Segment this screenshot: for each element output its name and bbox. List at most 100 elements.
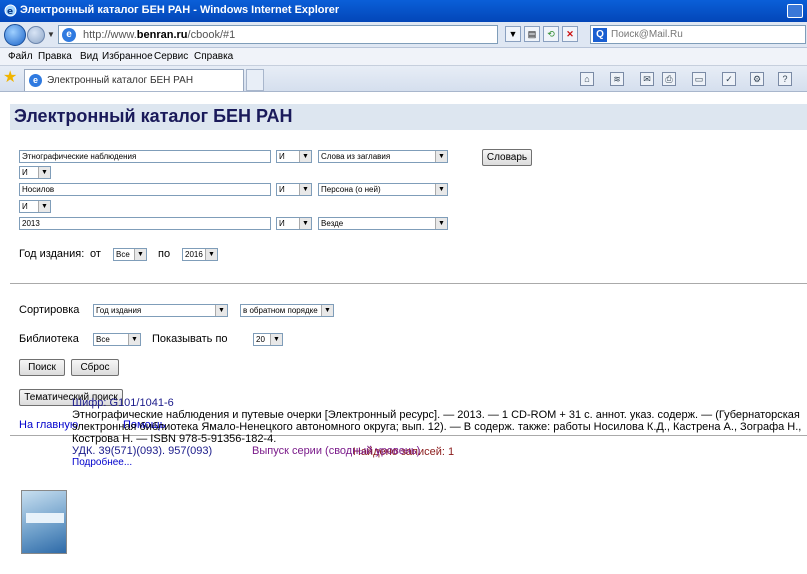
query-field-select-2[interactable]: Персона (о ней) ▼ bbox=[318, 183, 448, 196]
chevron-down-icon: ▼ bbox=[299, 151, 311, 162]
menu-help[interactable]: Справка bbox=[194, 51, 233, 62]
forward-button[interactable] bbox=[27, 26, 45, 44]
search-placeholder: Поиск@Mail.Ru bbox=[611, 29, 683, 40]
year-from-select[interactable]: Все ▼ bbox=[113, 248, 147, 261]
safety-icon[interactable]: ✓ bbox=[722, 72, 736, 86]
query-input-2[interactable]: Носилов bbox=[19, 183, 271, 196]
record-description: Этнографические наблюдения и путевые оче… bbox=[72, 409, 802, 445]
reset-button[interactable]: Сброс bbox=[71, 359, 119, 376]
year-to-select[interactable]: 2016 ▼ bbox=[182, 248, 218, 261]
print-icon[interactable]: ⎙ bbox=[662, 72, 676, 86]
menu-edit[interactable]: Правка bbox=[38, 51, 72, 62]
between-op-1-value: И bbox=[22, 168, 28, 177]
feeds-icon[interactable]: ≋ bbox=[610, 72, 624, 86]
query-input-1[interactable]: Этнографические наблюдения bbox=[19, 150, 271, 163]
between-op-2-value: И bbox=[22, 202, 28, 211]
page-header: Электронный каталог БЕН РАН bbox=[10, 104, 807, 130]
show-per-page-label: Показывать по bbox=[152, 333, 228, 345]
page-menu-icon[interactable]: ▭ bbox=[692, 72, 706, 86]
home-link[interactable]: На главную bbox=[19, 419, 78, 431]
new-tab-button[interactable] bbox=[246, 69, 264, 91]
tab-bar: ★ e Электронный каталог БЕН РАН ⌂ ≋ ✉ ⎙ … bbox=[0, 66, 807, 92]
menu-file[interactable]: Файл bbox=[8, 51, 33, 62]
tools-gear-icon[interactable]: ⚙ bbox=[750, 72, 764, 86]
page-icon: e bbox=[62, 28, 76, 42]
cover-band bbox=[26, 513, 64, 523]
refresh-icon[interactable]: ⟲ bbox=[543, 26, 559, 42]
record-more-link[interactable]: Подробнее... bbox=[72, 457, 132, 468]
show-per-page-value: 20 bbox=[256, 335, 265, 344]
record-cipher: Шифр: G101/1041-6 bbox=[72, 397, 174, 409]
search-button[interactable]: Поиск bbox=[19, 359, 65, 376]
minimize-button[interactable] bbox=[787, 4, 803, 18]
url-text: http://www.benran.ru/cbook/#1 bbox=[83, 29, 236, 41]
address-input[interactable]: e http://www.benran.ru/cbook/#1 bbox=[58, 25, 498, 44]
between-op-select-2[interactable]: И ▼ bbox=[19, 200, 51, 213]
record-udk: УДК. 39(571)(093). 957(093) bbox=[72, 445, 213, 457]
chevron-down-icon: ▼ bbox=[215, 305, 227, 316]
compatibility-view-icon[interactable]: ▤ bbox=[524, 26, 540, 42]
chevron-down-icon: ▼ bbox=[435, 184, 447, 195]
query-op-1-value: И bbox=[279, 152, 285, 161]
sort-by-value: Год издания bbox=[96, 306, 142, 315]
menu-view[interactable]: Вид bbox=[80, 51, 98, 62]
year-to-label: по bbox=[158, 248, 171, 260]
query-op-select-1[interactable]: И ▼ bbox=[276, 150, 312, 163]
chevron-down-icon: ▼ bbox=[128, 334, 140, 345]
page-title: Электронный каталог БЕН РАН bbox=[14, 106, 293, 126]
stop-icon[interactable]: ✕ bbox=[562, 26, 578, 42]
chevron-down-icon: ▼ bbox=[435, 151, 447, 162]
home-icon[interactable]: ⌂ bbox=[580, 72, 594, 86]
between-op-select-1[interactable]: И ▼ bbox=[19, 166, 51, 179]
sort-by-select[interactable]: Год издания ▼ bbox=[93, 304, 228, 317]
year-from-value: Все bbox=[116, 250, 130, 259]
library-select[interactable]: Все ▼ bbox=[93, 333, 141, 346]
tab-catalog[interactable]: e Электронный каталог БЕН РАН bbox=[24, 69, 244, 91]
year-to-value: 2016 bbox=[185, 250, 203, 259]
chevron-down-icon: ▼ bbox=[435, 218, 447, 229]
sort-order-select[interactable]: в обратном порядке ▼ bbox=[240, 304, 334, 317]
query-op-select-2[interactable]: И ▼ bbox=[276, 183, 312, 196]
query-input-3[interactable]: 2013 bbox=[19, 217, 271, 230]
page-content: Электронный каталог БЕН РАН Этнографичес… bbox=[0, 92, 807, 574]
chevron-down-icon: ▼ bbox=[321, 305, 333, 316]
library-value: Все bbox=[96, 335, 110, 344]
query-field-select-3[interactable]: Везде ▼ bbox=[318, 217, 448, 230]
mailru-search-icon: Q bbox=[593, 28, 607, 42]
menu-tools[interactable]: Сервис bbox=[154, 51, 188, 62]
chevron-down-icon: ▼ bbox=[299, 184, 311, 195]
back-button[interactable] bbox=[4, 24, 26, 46]
query-field-3-value: Везде bbox=[321, 219, 344, 228]
query-op-2-value: И bbox=[279, 185, 285, 194]
address-dropdown-button[interactable]: ▼ bbox=[505, 26, 521, 42]
library-label: Библиотека bbox=[19, 333, 79, 345]
chevron-down-icon: ▼ bbox=[38, 201, 50, 212]
sort-label: Сортировка bbox=[19, 304, 80, 316]
chevron-down-icon: ▼ bbox=[270, 334, 282, 345]
tab-page-icon: e bbox=[29, 74, 42, 87]
show-per-page-select[interactable]: 20 ▼ bbox=[253, 333, 283, 346]
chevron-down-icon: ▼ bbox=[38, 167, 50, 178]
menu-favorites[interactable]: Избранное bbox=[102, 51, 153, 62]
chevron-down-icon: ▼ bbox=[299, 218, 311, 229]
year-label: Год издания: bbox=[19, 248, 85, 260]
divider bbox=[10, 283, 807, 284]
query-field-2-value: Персона (о ней) bbox=[321, 185, 381, 194]
recent-pages-dropdown-icon[interactable]: ▼ bbox=[47, 30, 55, 39]
chevron-down-icon: ▼ bbox=[205, 249, 217, 260]
dictionary-button[interactable]: Словарь bbox=[482, 149, 532, 166]
menu-bar: Файл Правка Вид Избранное Сервис Справка bbox=[0, 48, 807, 66]
search-input[interactable]: Q Поиск@Mail.Ru bbox=[590, 25, 806, 44]
favorites-star-icon[interactable]: ★ bbox=[3, 70, 17, 86]
help-icon[interactable]: ? bbox=[778, 72, 792, 86]
ie-logo-icon: e bbox=[4, 4, 17, 17]
year-from-label: от bbox=[90, 248, 101, 260]
mail-icon[interactable]: ✉ bbox=[640, 72, 654, 86]
svg-text:e: e bbox=[7, 7, 13, 17]
record-cover-thumbnail[interactable] bbox=[21, 490, 67, 554]
query-field-select-1[interactable]: Слова из заглавия ▼ bbox=[318, 150, 448, 163]
query-op-select-3[interactable]: И ▼ bbox=[276, 217, 312, 230]
window-title-bar: e Электронный каталог БЕН РАН - Windows … bbox=[0, 0, 807, 22]
sort-order-value: в обратном порядке bbox=[243, 306, 318, 315]
record-series-link[interactable]: Выпуск серии (сводный уровень) bbox=[252, 445, 420, 457]
